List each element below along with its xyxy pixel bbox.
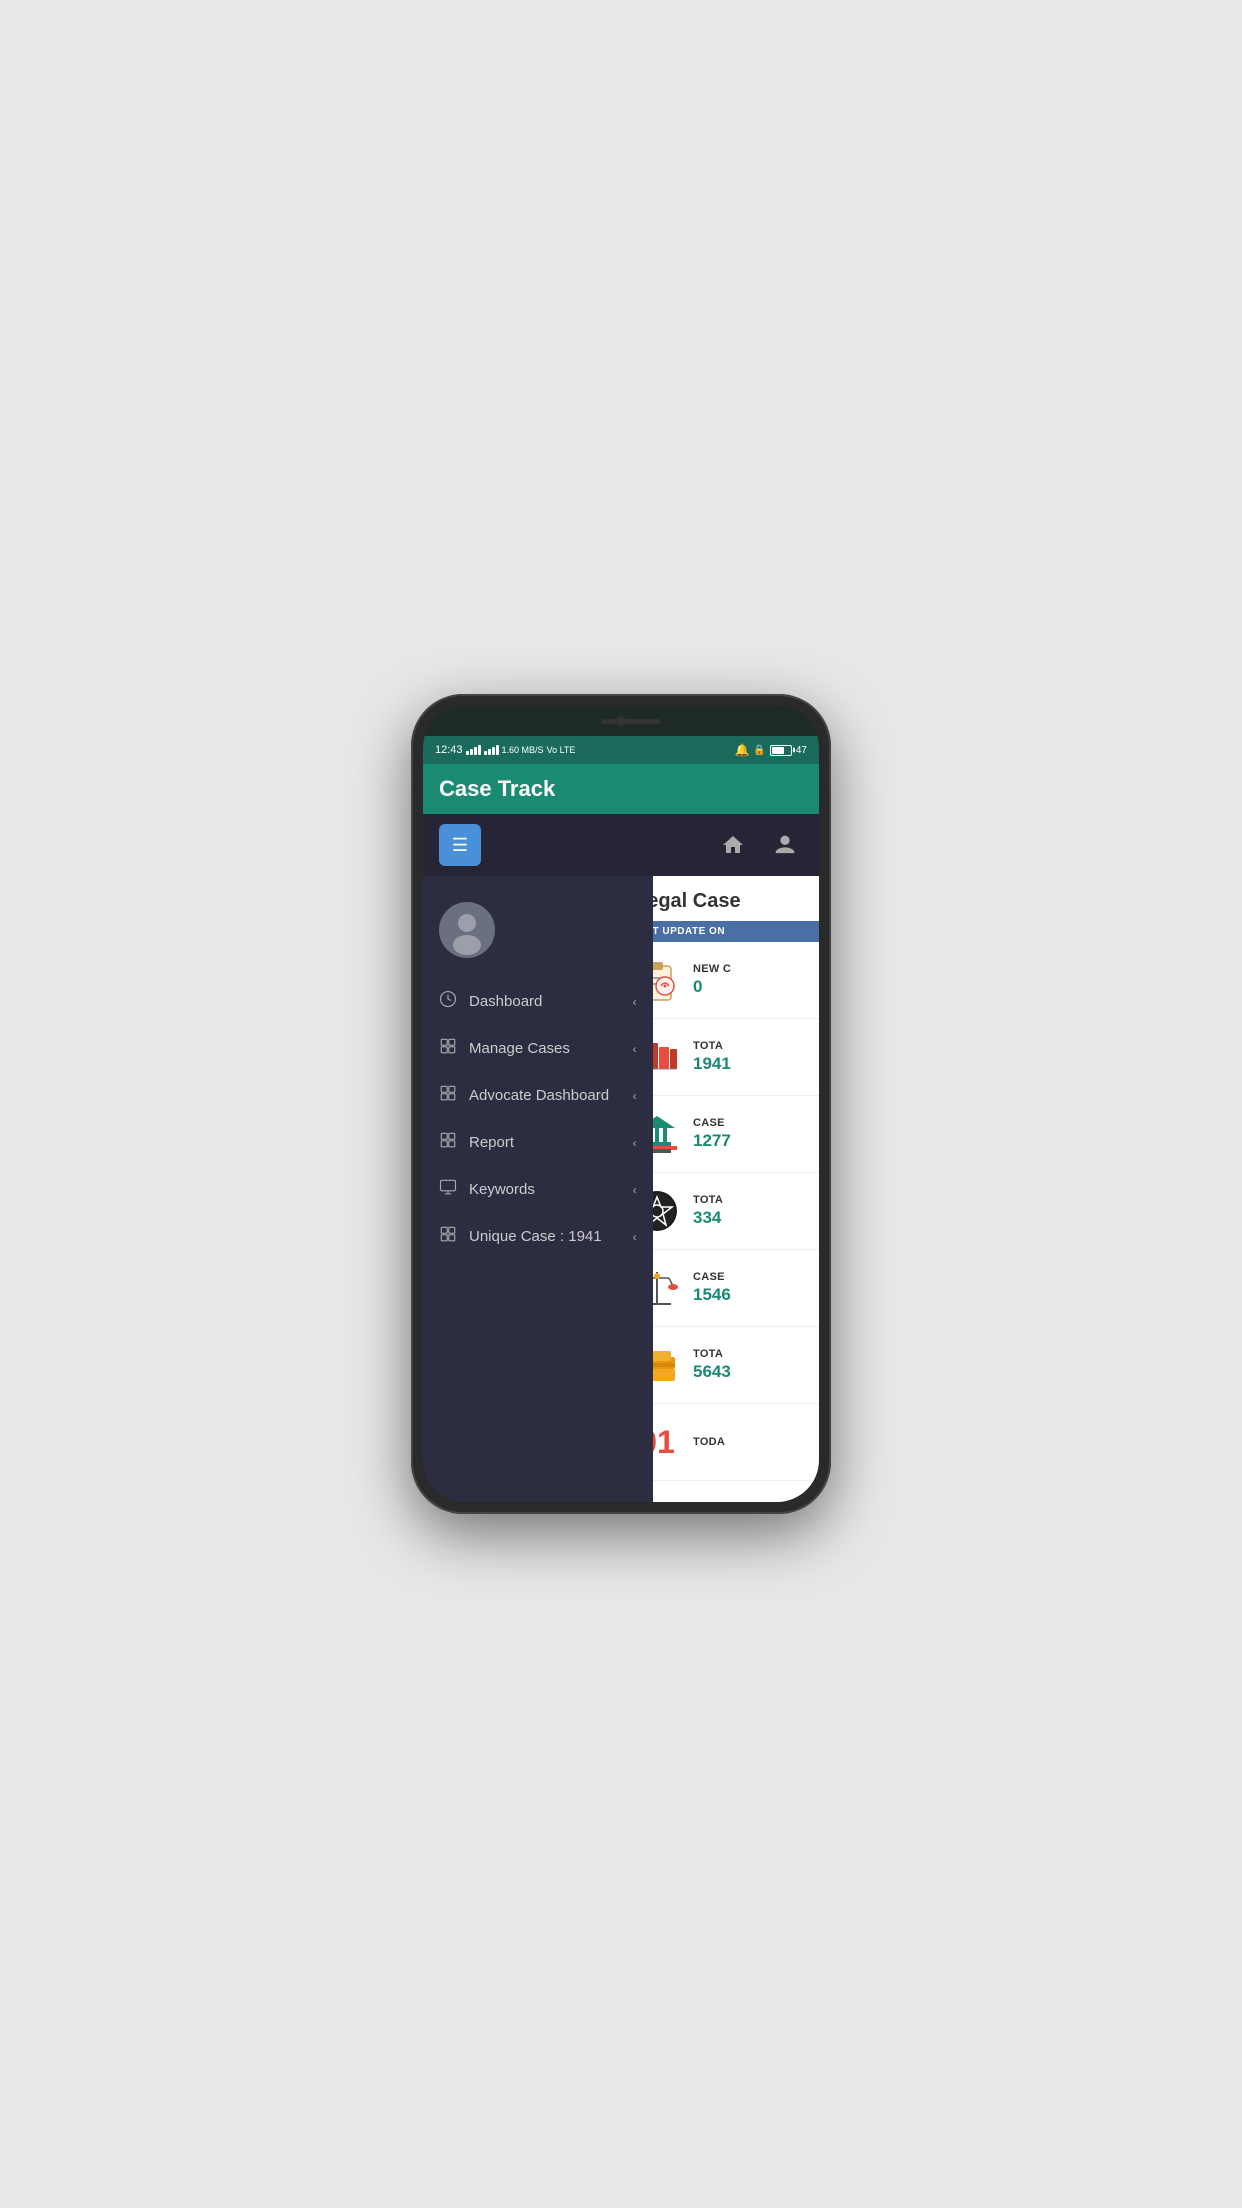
sidebar-nav: Dashboard ‹ [423, 978, 653, 1260]
camera [616, 716, 626, 726]
action-bar: ☰ [423, 814, 819, 876]
status-left: 12:43 1.60 MB/S Vo LTE [435, 744, 575, 756]
sidebar-item-report[interactable]: Report ‹ [423, 1119, 653, 1166]
phone-device: 12:43 1.60 MB/S Vo LTE 🔔 🔒 [411, 694, 831, 1514]
chevron-manage-cases: ‹ [633, 1042, 637, 1056]
signal-bars-2 [484, 745, 499, 755]
speaker [601, 719, 661, 724]
chevron-report: ‹ [633, 1136, 637, 1150]
sidebar-item-manage-cases[interactable]: Manage Cases ‹ [423, 1025, 653, 1072]
signal-bar-3 [474, 747, 477, 755]
network-speed: 1.60 MB/S [502, 745, 544, 755]
sidebar-item-keywords[interactable]: Keywords ‹ [423, 1166, 653, 1213]
signal-bar-6 [488, 749, 491, 755]
network-type: Vo LTE [547, 745, 576, 755]
unique-case-icon [439, 1225, 457, 1248]
signal-bar-7 [492, 747, 495, 755]
avatar [439, 902, 495, 958]
case-info-court: CASE 1277 [693, 1117, 809, 1151]
sidebar-label-keywords: Keywords [469, 1181, 535, 1198]
sidebar-item-advocate-dashboard[interactable]: Advocate Dashboard ‹ [423, 1072, 653, 1119]
court-label: CASE [693, 1117, 809, 1129]
phone-screen: 12:43 1.60 MB/S Vo LTE 🔔 🔒 [423, 706, 819, 1502]
status-right: 🔔 🔒 47 [734, 743, 807, 757]
case-info-badge: TOTA 334 [693, 1194, 809, 1228]
status-time: 12:43 [435, 744, 463, 756]
case-info-today: TODA [693, 1436, 809, 1448]
chevron-dashboard: ‹ [633, 995, 637, 1009]
status-bar: 12:43 1.60 MB/S Vo LTE 🔔 🔒 [423, 736, 819, 764]
main-area: Dashboard ‹ [423, 876, 819, 1502]
home-button[interactable] [715, 827, 751, 863]
case-info-new: NEW C 0 [693, 963, 809, 997]
report-icon [439, 1131, 457, 1154]
sidebar-label-advocate: Advocate Dashboard [469, 1087, 609, 1104]
alarm-icon: 🔔 [734, 743, 749, 757]
sidebar-item-dashboard-left: Dashboard [439, 990, 542, 1013]
keywords-icon [439, 1178, 457, 1201]
signal-bar-8 [496, 745, 499, 755]
badge-value: 334 [693, 1208, 809, 1228]
badge-label: TOTA [693, 1194, 809, 1206]
files-label: TOTA [693, 1348, 809, 1360]
advocate-icon [439, 1084, 457, 1107]
profile-button[interactable] [767, 827, 803, 863]
total-label: TOTA [693, 1040, 809, 1052]
sidebar-item-advocate-left: Advocate Dashboard [439, 1084, 609, 1107]
hamburger-icon: ☰ [452, 835, 468, 856]
chevron-advocate: ‹ [633, 1089, 637, 1103]
chevron-keywords: ‹ [633, 1183, 637, 1197]
total-value: 1941 [693, 1054, 809, 1074]
sidebar-label-dashboard: Dashboard [469, 993, 542, 1010]
dashboard-icon [439, 990, 457, 1013]
manage-cases-icon [439, 1037, 457, 1060]
sidebar: Dashboard ‹ [423, 876, 653, 1502]
court-value: 1277 [693, 1131, 809, 1151]
case-info-files: TOTA 5643 [693, 1348, 809, 1382]
lock-icon: 🔒 [753, 745, 765, 756]
signal-bars [466, 745, 481, 755]
chevron-unique: ‹ [633, 1230, 637, 1244]
signal-bar-1 [466, 751, 469, 755]
sidebar-item-manage-left: Manage Cases [439, 1037, 570, 1060]
battery-indicator [770, 745, 792, 756]
scale-value: 1546 [693, 1285, 809, 1305]
battery-fill [772, 747, 785, 754]
app-title: Case Track [439, 776, 555, 802]
battery-pct: 47 [796, 745, 807, 756]
sidebar-label-manage-cases: Manage Cases [469, 1040, 570, 1057]
sidebar-item-unique-case[interactable]: Unique Case : 1941 ‹ [423, 1213, 653, 1260]
menu-button[interactable]: ☰ [439, 824, 481, 866]
new-cases-value: 0 [693, 977, 809, 997]
signal-bar-2 [470, 749, 473, 755]
new-cases-label: NEW C [693, 963, 809, 975]
today-label: TODA [693, 1436, 809, 1448]
sidebar-item-unique-left: Unique Case : 1941 [439, 1225, 602, 1248]
files-value: 5643 [693, 1362, 809, 1382]
signal-bar-5 [484, 751, 487, 755]
sidebar-label-report: Report [469, 1134, 514, 1151]
case-info-total: TOTA 1941 [693, 1040, 809, 1074]
sidebar-label-unique: Unique Case : 1941 [469, 1228, 602, 1245]
scale-label: CASE [693, 1271, 809, 1283]
phone-top-bar [423, 706, 819, 736]
app-header: Case Track [423, 764, 819, 814]
case-info-scale: CASE 1546 [693, 1271, 809, 1305]
signal-bar-4 [478, 745, 481, 755]
sidebar-item-report-left: Report [439, 1131, 514, 1154]
sidebar-item-keywords-left: Keywords [439, 1178, 535, 1201]
action-icons [715, 827, 803, 863]
sidebar-item-dashboard[interactable]: Dashboard ‹ [423, 978, 653, 1025]
